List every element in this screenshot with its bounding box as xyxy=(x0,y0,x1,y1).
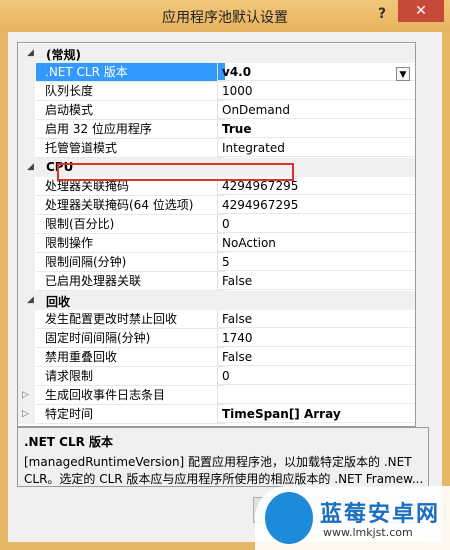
row-gutter xyxy=(18,139,35,158)
property-name: 限制间隔(分钟) xyxy=(36,253,225,272)
property-name: 托管管道模式 xyxy=(36,139,225,158)
close-button[interactable]: ✕ xyxy=(398,0,444,22)
property-value[interactable]: 4294967295 xyxy=(217,177,415,195)
property-name: 发生配置更改时禁止回收 xyxy=(36,310,225,329)
vertical-scrollbar[interactable]: ▲ ▼ xyxy=(415,43,416,426)
property-value[interactable]: 4294967295 xyxy=(217,196,415,214)
watermark-logo: 蓝莓安卓网 www.lmkjst.com xyxy=(255,486,450,550)
property-name: 请求限制 xyxy=(36,367,225,386)
category-label: (常规) xyxy=(46,48,81,62)
android-logo-icon xyxy=(265,492,313,544)
row-gutter xyxy=(18,234,35,253)
category-row[interactable]: ◢ CPU xyxy=(18,158,415,177)
property-name: 特定时间 xyxy=(36,405,225,424)
category-row[interactable]: ◢ 回收 xyxy=(18,291,415,310)
property-row[interactable]: 固定时间间隔(分钟) 1740 xyxy=(18,329,415,348)
property-row[interactable]: 限制操作 NoAction xyxy=(18,234,415,253)
row-gutter xyxy=(18,253,35,272)
property-name: 生成回收事件日志条目 xyxy=(36,386,225,405)
row-gutter xyxy=(18,177,35,196)
property-value[interactable]: 1000 xyxy=(217,82,415,100)
row-gutter xyxy=(18,310,35,329)
row-gutter xyxy=(18,196,35,215)
property-name: 禁用重叠回收 xyxy=(36,348,225,367)
row-gutter xyxy=(18,348,35,367)
property-row[interactable]: 托管管道模式 Integrated xyxy=(18,139,415,158)
property-grid: ◢ (常规) .NET CLR 版本 v4.0 队列长度 1000 启动模式 OnDemand… xyxy=(17,42,416,427)
row-gutter xyxy=(18,63,35,82)
property-name: 固定时间间隔(分钟) xyxy=(36,329,225,348)
collapse-triangle-icon[interactable]: ◢ xyxy=(27,48,34,58)
property-value[interactable]: OnDemand xyxy=(217,101,415,119)
description-title: .NET CLR 版本 xyxy=(24,435,114,449)
watermark-url: www.lmkjst.com xyxy=(323,526,413,539)
title-bar: 应用程序池默认设置 ? ✕ xyxy=(0,0,450,32)
property-value[interactable]: TimeSpan[] Array xyxy=(217,405,415,423)
property-row[interactable]: 限制(百分比) 0 xyxy=(18,215,415,234)
description-panel: .NET CLR 版本 [managedRuntimeVersion] 配置应用… xyxy=(17,427,429,487)
property-row[interactable]: 发生配置更改时禁止回收 False xyxy=(18,310,415,329)
property-row[interactable]: 启动模式 OnDemand xyxy=(18,101,415,120)
row-gutter: ▷ xyxy=(18,386,35,405)
property-value[interactable]: False xyxy=(217,272,415,290)
watermark-name: 蓝莓安卓网 xyxy=(320,502,441,527)
help-button[interactable]: ? xyxy=(369,3,395,25)
property-row[interactable]: 请求限制 0 xyxy=(18,367,415,386)
category-row[interactable]: ◢ (常规) xyxy=(18,44,415,63)
property-value[interactable]: False xyxy=(217,310,415,328)
property-name: 处理器关联掩码 xyxy=(36,177,225,196)
property-row[interactable]: 禁用重叠回收 False xyxy=(18,348,415,367)
row-gutter: ▷ xyxy=(18,405,35,424)
category-label: CPU xyxy=(46,160,74,174)
dropdown-chevron-icon[interactable]: ▼ xyxy=(396,67,410,81)
property-value[interactable] xyxy=(217,386,415,404)
property-value[interactable]: 1740 xyxy=(217,329,415,347)
property-value[interactable]: True xyxy=(217,120,415,138)
description-line-1: [managedRuntimeVersion] 配置应用程序池，以加载特定版本的… xyxy=(24,455,412,469)
property-row[interactable]: 启用 32 位应用程序 True xyxy=(18,120,415,139)
row-gutter xyxy=(18,272,35,291)
row-gutter xyxy=(18,215,35,234)
category-label: 回收 xyxy=(46,295,71,309)
property-value[interactable]: Integrated xyxy=(217,139,415,157)
property-value[interactable]: False xyxy=(217,348,415,366)
property-name: 处理器关联掩码(64 位选项) xyxy=(36,196,225,215)
collapse-triangle-icon[interactable]: ◢ xyxy=(27,162,34,172)
property-name: 启用 32 位应用程序 xyxy=(36,120,225,139)
property-value[interactable]: 5 xyxy=(217,253,415,271)
property-name: .NET CLR 版本 xyxy=(36,63,225,82)
property-row[interactable]: 处理器关联掩码(64 位选项) 4294967295 xyxy=(18,196,415,215)
property-name: 已启用处理器关联 xyxy=(36,272,225,291)
property-row[interactable]: ▷ 生成回收事件日志条目 xyxy=(18,386,415,405)
property-name: 限制操作 xyxy=(36,234,225,253)
property-value[interactable]: 0 xyxy=(217,215,415,233)
property-row[interactable]: 限制间隔(分钟) 5 xyxy=(18,253,415,272)
collapse-triangle-icon[interactable]: ◢ xyxy=(27,295,34,305)
row-gutter xyxy=(18,329,35,348)
property-row[interactable]: ▷ 特定时间 TimeSpan[] Array xyxy=(18,405,415,424)
property-value[interactable]: v4.0 xyxy=(217,63,415,81)
property-value[interactable]: 0 xyxy=(217,367,415,385)
property-name: 限制(百分比) xyxy=(36,215,225,234)
property-row[interactable]: .NET CLR 版本 v4.0 xyxy=(18,63,415,82)
property-name: 启动模式 xyxy=(36,101,225,120)
property-value[interactable]: NoAction xyxy=(217,234,415,252)
property-row[interactable]: 队列长度 1000 xyxy=(18,82,415,101)
row-gutter xyxy=(18,101,35,120)
property-row[interactable]: 已启用处理器关联 False xyxy=(18,272,415,291)
row-gutter xyxy=(18,82,35,101)
row-gutter xyxy=(18,367,35,386)
property-row[interactable]: 处理器关联掩码 4294967295 xyxy=(18,177,415,196)
property-name: 队列长度 xyxy=(36,82,225,101)
row-gutter xyxy=(18,120,35,139)
expand-triangle-icon[interactable]: ▷ xyxy=(22,390,29,400)
expand-triangle-icon[interactable]: ▷ xyxy=(22,409,29,419)
